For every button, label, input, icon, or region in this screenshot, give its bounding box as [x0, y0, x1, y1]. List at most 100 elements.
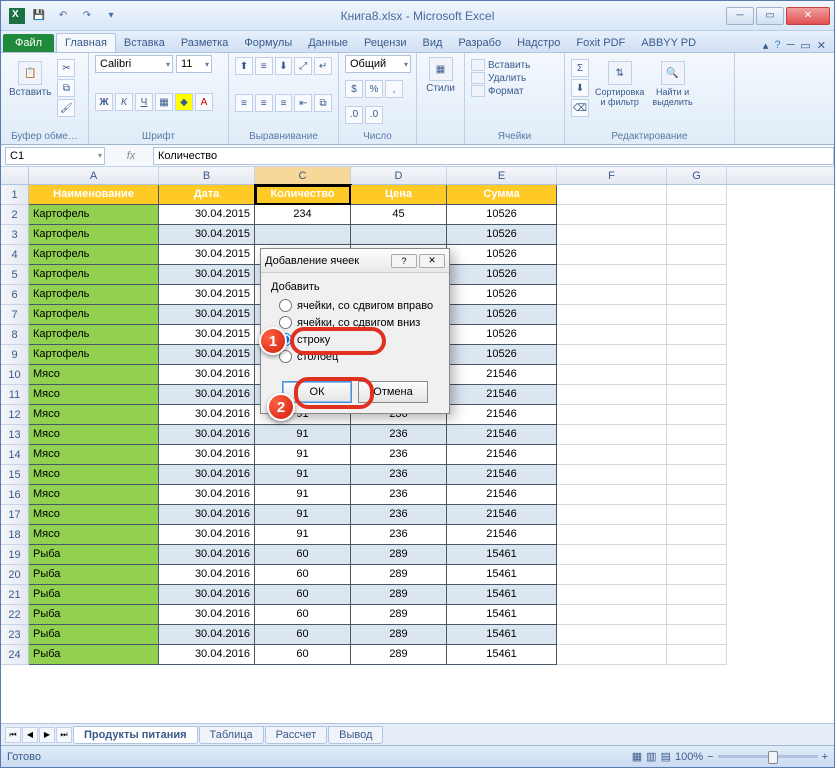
cell[interactable] — [557, 605, 667, 625]
row-header[interactable]: 4 — [1, 245, 29, 265]
cell[interactable]: 236 — [351, 425, 447, 445]
cell[interactable] — [667, 525, 727, 545]
row-header[interactable]: 2 — [1, 205, 29, 225]
cell[interactable]: 21546 — [447, 385, 557, 405]
doc-max-icon[interactable]: ▭ — [800, 39, 810, 52]
cell[interactable]: 30.04.2015 — [159, 325, 255, 345]
cell[interactable]: 289 — [351, 545, 447, 565]
cell[interactable]: Картофель — [29, 345, 159, 365]
qat-undo-icon[interactable]: ↶ — [53, 6, 73, 26]
zoom-level[interactable]: 100% — [675, 751, 703, 763]
cell[interactable]: 30.04.2016 — [159, 545, 255, 565]
cell[interactable] — [667, 545, 727, 565]
cell[interactable]: Рыба — [29, 585, 159, 605]
font-name-combo[interactable]: Calibri — [95, 55, 173, 73]
cell[interactable] — [667, 405, 727, 425]
row-header[interactable]: 22 — [1, 605, 29, 625]
cell[interactable]: 60 — [255, 645, 351, 665]
cell[interactable] — [557, 525, 667, 545]
cell[interactable]: 30.04.2016 — [159, 445, 255, 465]
tab-formulas[interactable]: Формулы — [236, 34, 300, 52]
name-box[interactable]: C1 — [5, 147, 105, 165]
cell[interactable]: 45 — [351, 205, 447, 225]
cell[interactable] — [667, 505, 727, 525]
tab-abbyy[interactable]: ABBYY PD — [633, 34, 704, 52]
cell[interactable] — [557, 185, 667, 205]
number-format-combo[interactable]: Общий — [345, 55, 411, 73]
cell[interactable]: 236 — [351, 485, 447, 505]
tab-addins[interactable]: Надстро — [509, 34, 568, 52]
align-bot-button[interactable]: ⬇ — [275, 57, 293, 75]
row-header[interactable]: 20 — [1, 565, 29, 585]
cell[interactable]: 289 — [351, 565, 447, 585]
comma-button[interactable]: , — [385, 80, 403, 98]
font-size-combo[interactable]: 11 — [176, 55, 212, 73]
cell[interactable]: 91 — [255, 425, 351, 445]
col-header-e[interactable]: E — [447, 167, 557, 184]
row-header[interactable]: 17 — [1, 505, 29, 525]
cell[interactable] — [557, 625, 667, 645]
row-header[interactable]: 19 — [1, 545, 29, 565]
cell[interactable] — [557, 265, 667, 285]
row-header[interactable]: 14 — [1, 445, 29, 465]
cell[interactable] — [667, 305, 727, 325]
cell[interactable]: 236 — [351, 465, 447, 485]
cell[interactable]: 30.04.2015 — [159, 225, 255, 245]
tab-home[interactable]: Главная — [56, 33, 116, 52]
zoom-in-button[interactable]: + — [822, 751, 828, 763]
cell[interactable]: 30.04.2016 — [159, 625, 255, 645]
cell[interactable] — [667, 445, 727, 465]
tab-review[interactable]: Рецензи — [356, 34, 415, 52]
cell[interactable]: 30.04.2015 — [159, 245, 255, 265]
row-header[interactable]: 15 — [1, 465, 29, 485]
cell[interactable]: 30.04.2016 — [159, 485, 255, 505]
autosum-button[interactable]: Σ — [571, 59, 589, 77]
cell[interactable] — [667, 245, 727, 265]
tab-data[interactable]: Данные — [300, 34, 356, 52]
bold-button[interactable]: Ж — [95, 93, 113, 111]
cell[interactable] — [557, 585, 667, 605]
dec-decimal-button[interactable]: .0 — [365, 106, 383, 124]
format-cells-button[interactable]: Формат — [471, 85, 558, 97]
cell[interactable] — [667, 605, 727, 625]
cell[interactable]: 289 — [351, 645, 447, 665]
formula-input[interactable]: Количество — [153, 147, 834, 165]
cell[interactable]: 91 — [255, 525, 351, 545]
cell[interactable]: Мясо — [29, 445, 159, 465]
cell[interactable]: 10526 — [447, 305, 557, 325]
cell[interactable]: Рыба — [29, 545, 159, 565]
underline-button[interactable]: Ч — [135, 93, 153, 111]
cell[interactable]: 21546 — [447, 365, 557, 385]
cell[interactable]: Мясо — [29, 485, 159, 505]
dialog-close-button[interactable]: ✕ — [419, 254, 445, 268]
cell[interactable]: 91 — [255, 445, 351, 465]
close-button[interactable]: ✕ — [786, 7, 830, 25]
cell[interactable]: Дата — [159, 185, 255, 205]
cell[interactable]: Картофель — [29, 325, 159, 345]
row-header[interactable]: 3 — [1, 225, 29, 245]
row-header[interactable]: 9 — [1, 345, 29, 365]
cell[interactable]: 60 — [255, 605, 351, 625]
cell[interactable]: 30.04.2016 — [159, 425, 255, 445]
select-all-corner[interactable] — [1, 167, 29, 184]
cell[interactable]: 15461 — [447, 645, 557, 665]
row-header[interactable]: 18 — [1, 525, 29, 545]
cell[interactable] — [557, 405, 667, 425]
delete-cells-button[interactable]: Удалить — [471, 72, 558, 84]
cut-button[interactable]: ✂ — [57, 59, 75, 77]
cell[interactable]: 30.04.2016 — [159, 405, 255, 425]
cell[interactable] — [667, 365, 727, 385]
fill-button[interactable]: ⬇ — [571, 79, 589, 97]
wrap-button[interactable]: ↵ — [314, 57, 332, 75]
cell[interactable]: 30.04.2016 — [159, 385, 255, 405]
cell[interactable]: Сумма — [447, 185, 557, 205]
radio-entire-row[interactable]: строку — [271, 331, 439, 348]
orientation-button[interactable]: ⤢ — [294, 57, 312, 75]
cell[interactable]: 30.04.2015 — [159, 345, 255, 365]
maximize-button[interactable]: ▭ — [756, 7, 784, 25]
cell[interactable] — [557, 365, 667, 385]
fx-icon[interactable]: fx — [109, 150, 153, 162]
cell[interactable]: 21546 — [447, 525, 557, 545]
cell[interactable] — [255, 225, 351, 245]
paste-button[interactable]: 📋 Вставить — [7, 59, 53, 100]
